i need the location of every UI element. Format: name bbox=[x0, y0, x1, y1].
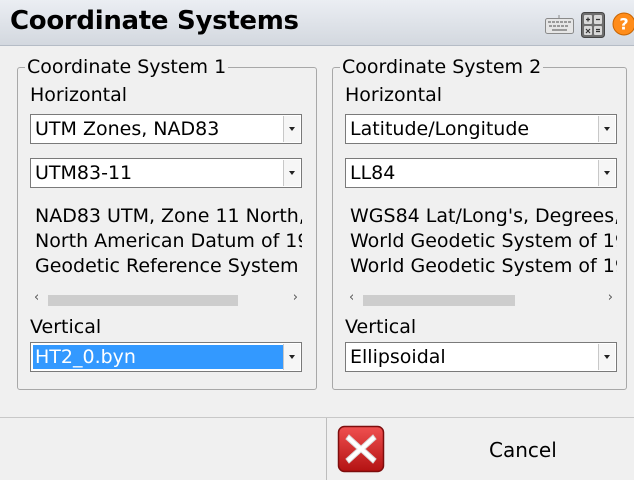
description-text: NAD83 UTM, Zone 11 North, Meter North Am… bbox=[35, 204, 302, 279]
group-legend: Coordinate System 2 bbox=[340, 56, 544, 78]
zone-dropdown[interactable]: LL84 bbox=[345, 158, 617, 188]
vertical-label: Vertical bbox=[30, 316, 102, 338]
scroll-right-icon[interactable]: › bbox=[608, 290, 613, 305]
group-legend: Coordinate System 1 bbox=[25, 56, 229, 78]
coordinate-system-1-group: Coordinate System 1 Horizontal UTM Zones… bbox=[17, 56, 317, 390]
vertical-dropdown[interactable]: Ellipsoidal bbox=[345, 342, 617, 372]
description-line: North American Datum of 1983 bbox=[35, 230, 302, 252]
zone-value: UTM83-11 bbox=[35, 162, 133, 184]
close-icon bbox=[337, 425, 385, 473]
chevron-down-icon[interactable] bbox=[283, 344, 300, 370]
vertical-label: Vertical bbox=[345, 316, 417, 338]
scroll-thumb[interactable] bbox=[48, 295, 238, 306]
scroll-thumb[interactable] bbox=[363, 295, 515, 306]
description-scrollbar[interactable]: ‹ › bbox=[30, 290, 302, 306]
description-line: WGS84 Lat/Long's, Degrees, -180 bbox=[350, 205, 617, 227]
horizontal-label: Horizontal bbox=[30, 84, 128, 106]
chevron-down-icon[interactable] bbox=[598, 116, 615, 142]
scroll-right-icon[interactable]: › bbox=[293, 290, 298, 305]
zone-value: LL84 bbox=[350, 162, 396, 184]
window-title: Coordinate Systems bbox=[10, 6, 299, 36]
footer-bar: Cancel bbox=[0, 417, 634, 480]
cancel-button[interactable]: Cancel bbox=[327, 418, 634, 480]
vertical-dropdown[interactable]: HT2_0.byn bbox=[30, 342, 302, 372]
scroll-left-icon[interactable]: ‹ bbox=[34, 290, 39, 305]
keyboard-icon[interactable] bbox=[545, 15, 574, 35]
vertical-value: Ellipsoidal bbox=[350, 346, 446, 368]
coordinate-system-2-group: Coordinate System 2 Horizontal Latitude/… bbox=[332, 56, 627, 390]
help-icon[interactable]: ? bbox=[612, 12, 634, 36]
zone-group-dropdown[interactable]: UTM Zones, NAD83 bbox=[30, 114, 302, 144]
description-line: World Geodetic System of 1984 bbox=[350, 255, 617, 277]
zone-group-value: Latitude/Longitude bbox=[350, 118, 530, 140]
chevron-down-icon[interactable] bbox=[598, 344, 615, 370]
zone-group-dropdown[interactable]: Latitude/Longitude bbox=[345, 114, 617, 144]
description-text: WGS84 Lat/Long's, Degrees, -180 World Ge… bbox=[350, 204, 617, 279]
title-bar: Coordinate Systems ? bbox=[0, 0, 634, 46]
cancel-label: Cancel bbox=[489, 438, 557, 462]
calculator-icon[interactable] bbox=[581, 12, 605, 38]
description-line: Geodetic Reference System of 1980 bbox=[35, 255, 302, 277]
scroll-left-icon[interactable]: ‹ bbox=[349, 290, 354, 305]
zone-dropdown[interactable]: UTM83-11 bbox=[30, 158, 302, 188]
svg-text:?: ? bbox=[619, 15, 628, 34]
horizontal-label: Horizontal bbox=[345, 84, 443, 106]
description-line: World Geodetic System of 1984 bbox=[350, 230, 617, 252]
vertical-value: HT2_0.byn bbox=[33, 345, 287, 369]
zone-group-value: UTM Zones, NAD83 bbox=[35, 118, 220, 140]
chevron-down-icon[interactable] bbox=[283, 160, 300, 186]
description-line: NAD83 UTM, Zone 11 North, Meter bbox=[35, 205, 302, 227]
chevron-down-icon[interactable] bbox=[598, 160, 615, 186]
chevron-down-icon[interactable] bbox=[283, 116, 300, 142]
description-scrollbar[interactable]: ‹ › bbox=[345, 290, 617, 306]
